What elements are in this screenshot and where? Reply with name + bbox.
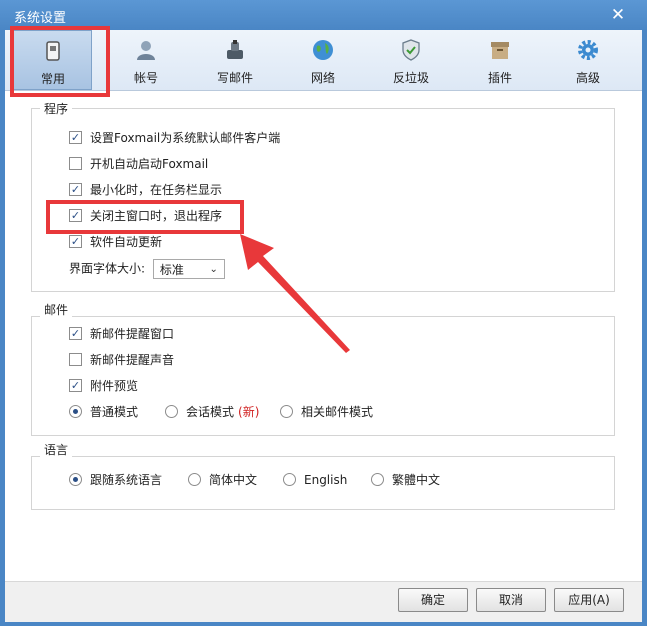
arrow-shape <box>240 234 350 353</box>
annotation-arrow <box>240 234 350 353</box>
